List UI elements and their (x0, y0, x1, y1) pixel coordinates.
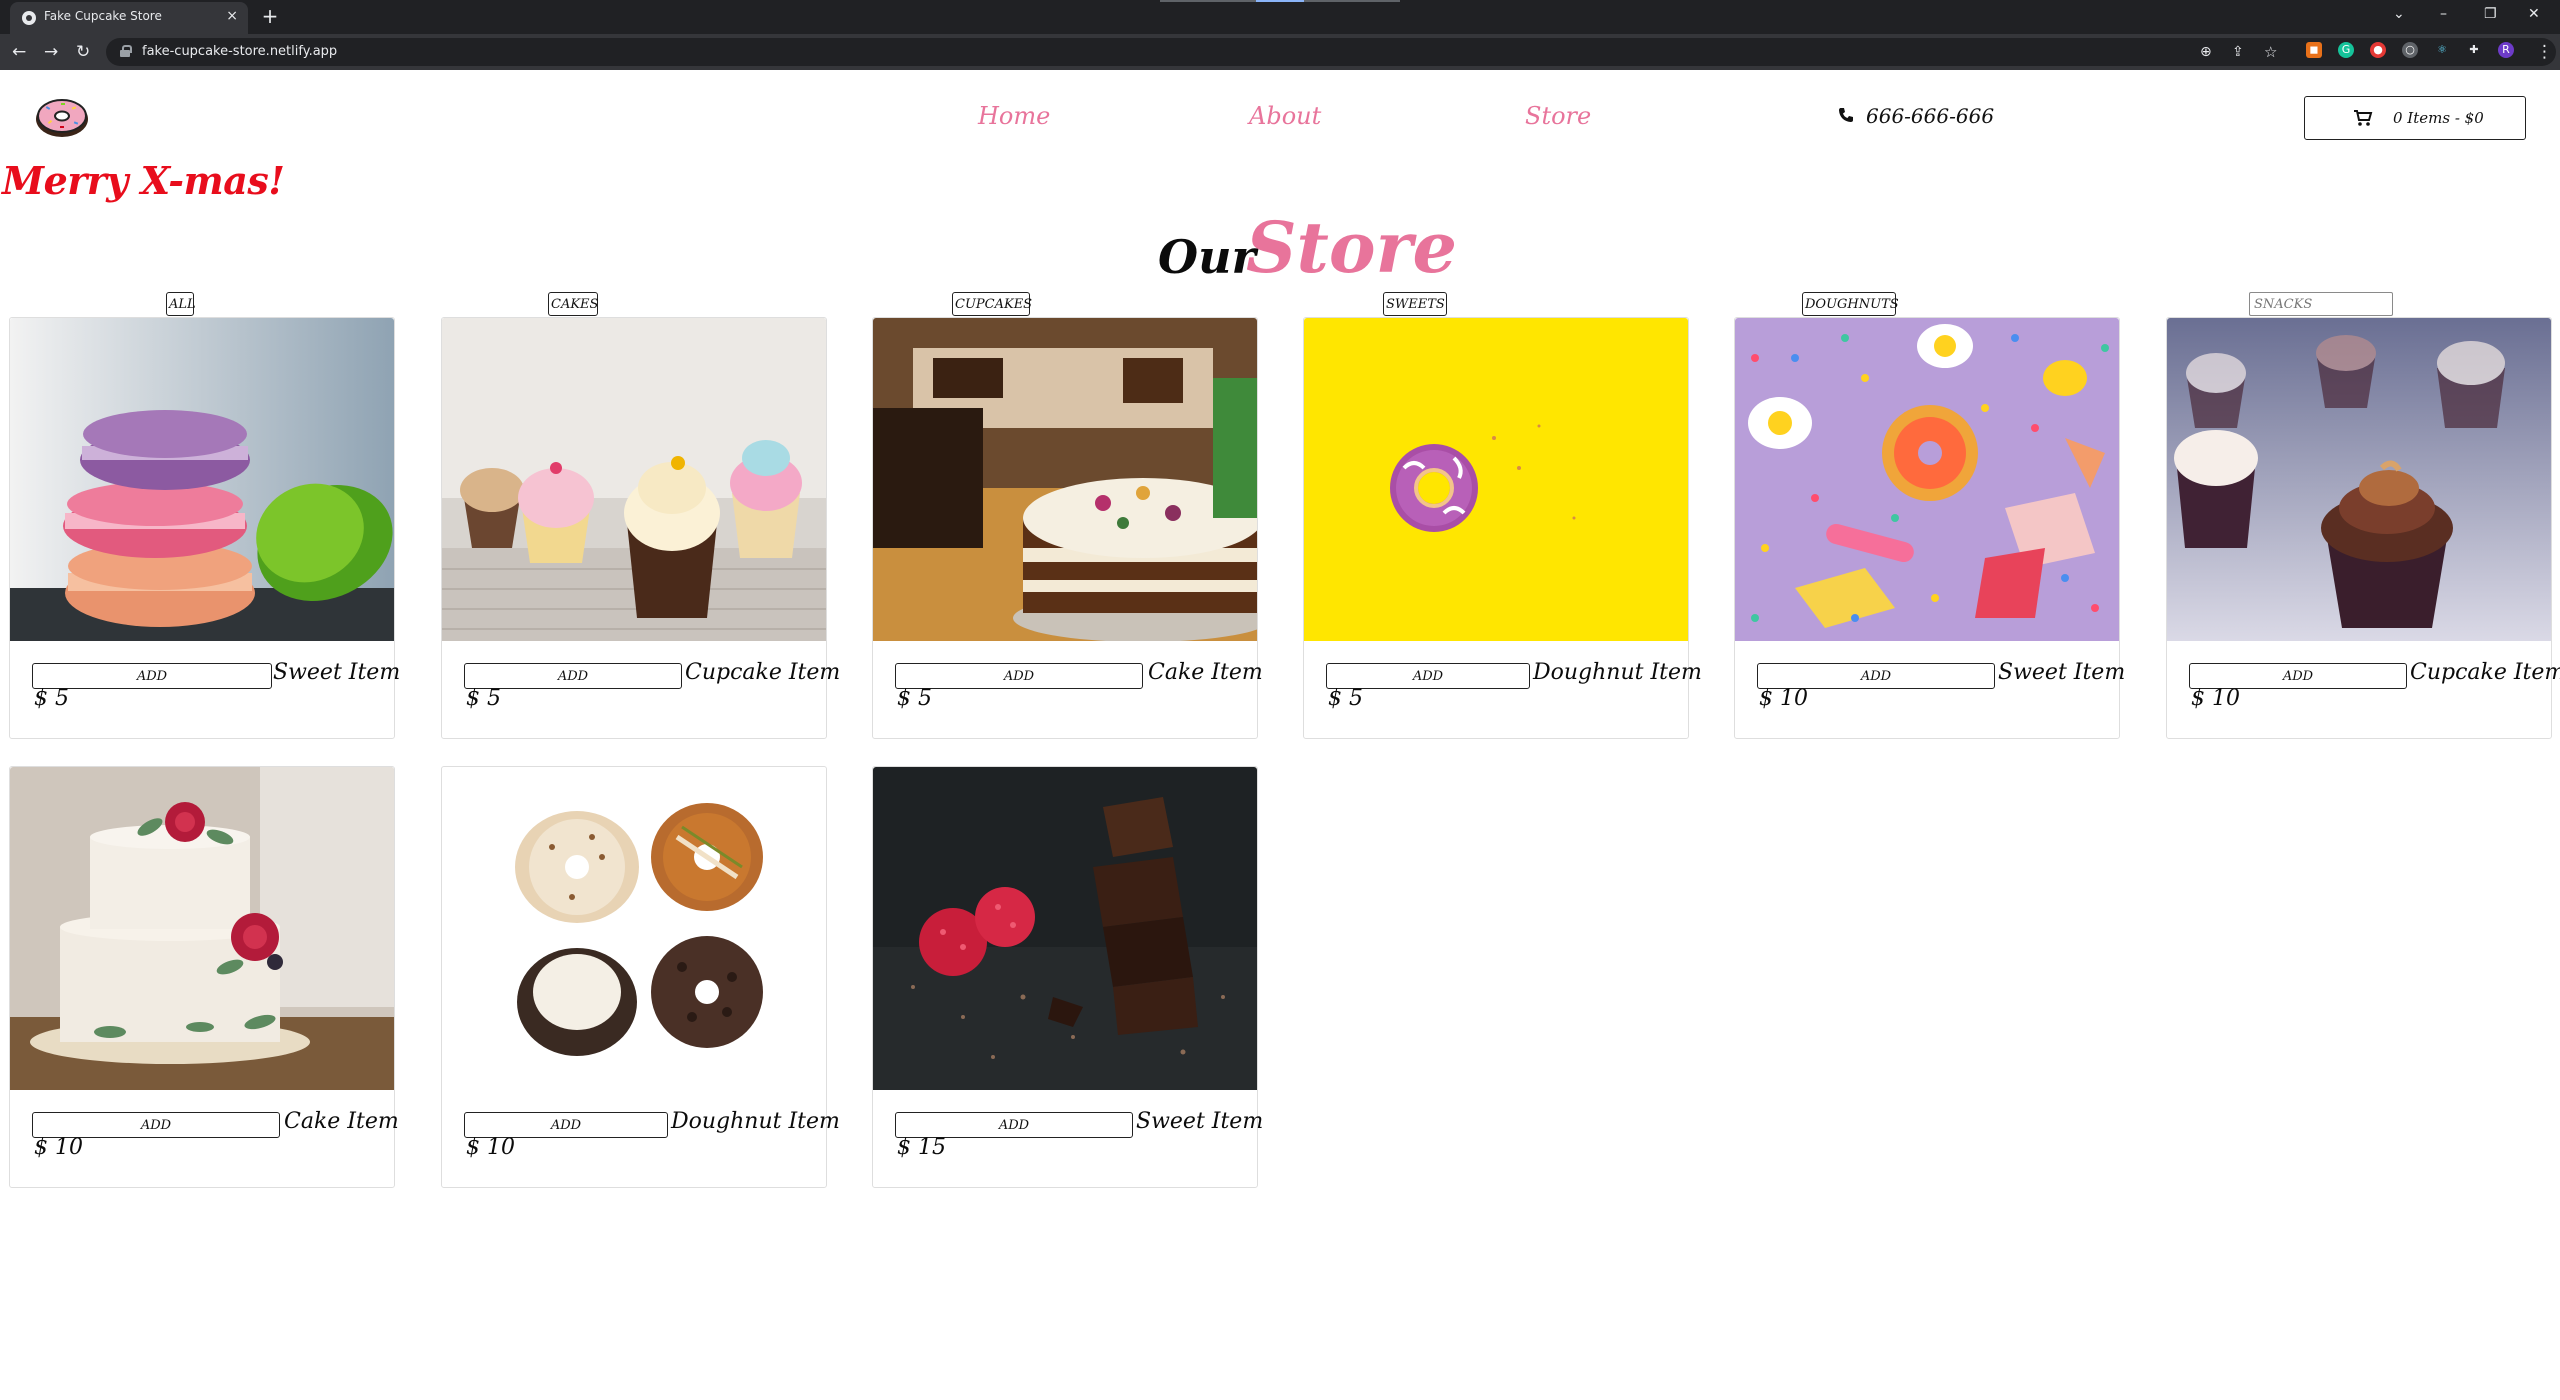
grammarly-icon[interactable]: G (2338, 42, 2354, 58)
phone-number[interactable]: 666-666-666 (1866, 104, 1994, 128)
product-price: $ 5 (466, 686, 501, 711)
product-image-macarons[interactable] (10, 318, 394, 641)
product-title: Doughnut Item (1533, 660, 1702, 685)
globe-icon (22, 11, 36, 25)
tab-search-indicator (1160, 0, 1400, 2)
product-image-doughnuts[interactable] (442, 767, 826, 1090)
browser-toolbar: ← → ↻ fake-cupcake-store.netlify.app ⊕ ⇪… (0, 34, 2560, 70)
back-icon[interactable]: ← (12, 42, 26, 62)
filter-doughnuts-button[interactable]: DOUGHNUTS (1802, 292, 1899, 316)
product-card: ADD Sweet Item $ 10 (1734, 317, 2125, 739)
react-devtools-icon[interactable]: ⚛ (2434, 42, 2450, 58)
product-title: Cake Item (284, 1109, 399, 1134)
product-card: ADD Sweet Item $ 5 (9, 317, 400, 739)
donut-logo-icon[interactable] (34, 95, 90, 139)
extension-orange-icon[interactable]: ◼ (2306, 42, 2322, 58)
product-image-donut[interactable] (1304, 318, 1688, 641)
forward-icon[interactable]: → (44, 42, 58, 62)
product-title: Sweet Item (1998, 660, 2126, 685)
profile-avatar[interactable]: R (2498, 42, 2514, 58)
filter-sweets-button[interactable]: SWEETS (1383, 292, 1447, 316)
product-price: $ 10 (466, 1135, 515, 1160)
product-card: ADD Doughnut Item $ 5 (1303, 317, 1702, 739)
product-title: Doughnut Item (671, 1109, 840, 1134)
lock-icon[interactable] (120, 45, 132, 57)
new-tab-button[interactable]: + (258, 5, 282, 29)
product-title: Sweet Item (273, 660, 401, 685)
product-card: ADD Doughnut Item $ 10 (441, 766, 840, 1188)
browser-tab[interactable]: Fake Cupcake Store × (10, 2, 248, 34)
phone-icon (1839, 108, 1853, 122)
product-title: Sweet Item (1136, 1109, 1264, 1134)
url-text[interactable]: fake-cupcake-store.netlify.app (142, 44, 337, 59)
reload-icon[interactable]: ↻ (76, 42, 90, 62)
extension-grey-icon[interactable]: ○ (2402, 42, 2418, 58)
product-price: $ 5 (897, 686, 932, 711)
product-price: $ 5 (34, 686, 69, 711)
product-price: $ 10 (1759, 686, 1808, 711)
product-card: ADD Cake Item $ 10 (9, 766, 399, 1188)
minimize-icon[interactable]: – (2440, 6, 2447, 22)
nav-home-link[interactable]: Home (978, 102, 1050, 130)
extensions-puzzle-icon[interactable]: ✚ (2466, 42, 2482, 58)
product-image-cupcakes[interactable] (442, 318, 826, 641)
add-to-cart-button[interactable]: ADD (895, 663, 1143, 689)
product-card: ADD Cupcake Item $ 5 (441, 317, 840, 739)
share-icon[interactable]: ⇪ (2232, 42, 2244, 62)
nav-about-link[interactable]: About (1249, 102, 1321, 130)
menu-dots-icon[interactable]: ⋮ (2536, 42, 2553, 62)
product-image-chocolate-raspberries[interactable] (873, 767, 1257, 1090)
bookmark-star-icon[interactable]: ☆ (2264, 42, 2277, 62)
product-image-chocolate-cupcakes[interactable] (2167, 318, 2551, 641)
page-title-prefix: Our (1158, 230, 1256, 284)
cart-summary: 0 Items - $0 (2393, 109, 2484, 127)
search-input[interactable] (2249, 292, 2393, 316)
product-card: ADD Sweet Item $ 15 (872, 766, 1263, 1188)
cart-icon (2354, 110, 2373, 126)
product-price: $ 10 (34, 1135, 83, 1160)
filter-all-button[interactable]: ALL (166, 292, 196, 316)
filter-cupcakes-button[interactable]: CUPCAKES (952, 292, 1032, 316)
product-image-layer-cake[interactable] (873, 318, 1257, 641)
product-title: Cupcake Item (685, 660, 841, 685)
filter-cakes-button[interactable]: CAKES (548, 292, 598, 316)
product-title: Cupcake Item (2410, 660, 2560, 685)
holiday-banner: Merry X-mas! (2, 158, 285, 203)
product-image-candy[interactable] (1735, 318, 2119, 641)
product-image-wedding-cake[interactable] (10, 767, 394, 1090)
address-bar[interactable]: fake-cupcake-store.netlify.app (106, 38, 2556, 66)
product-card: ADD Cake Item $ 5 (872, 317, 1263, 739)
tab-title: Fake Cupcake Store (44, 9, 162, 23)
restore-icon[interactable]: ❐ (2484, 6, 2497, 22)
nav-store-link[interactable]: Store (1525, 102, 1591, 130)
extension-red-icon[interactable]: ● (2370, 42, 2386, 58)
product-price: $ 10 (2191, 686, 2240, 711)
tab-search-icon[interactable]: ⌄ (2393, 6, 2405, 22)
tab-close-icon[interactable]: × (226, 8, 238, 24)
cart-button[interactable]: 0 Items - $0 (2304, 96, 2526, 140)
product-card: ADD Cupcake Item $ 10 (2166, 317, 2560, 739)
zoom-icon[interactable]: ⊕ (2200, 42, 2212, 62)
product-title: Cake Item (1148, 660, 1263, 685)
close-window-icon[interactable]: ✕ (2528, 6, 2540, 22)
page-title: Store (1246, 206, 1457, 289)
browser-titlebar: Fake Cupcake Store × + ⌄ – ❐ ✕ (0, 0, 2560, 34)
product-price: $ 15 (897, 1135, 946, 1160)
product-price: $ 5 (1328, 686, 1363, 711)
